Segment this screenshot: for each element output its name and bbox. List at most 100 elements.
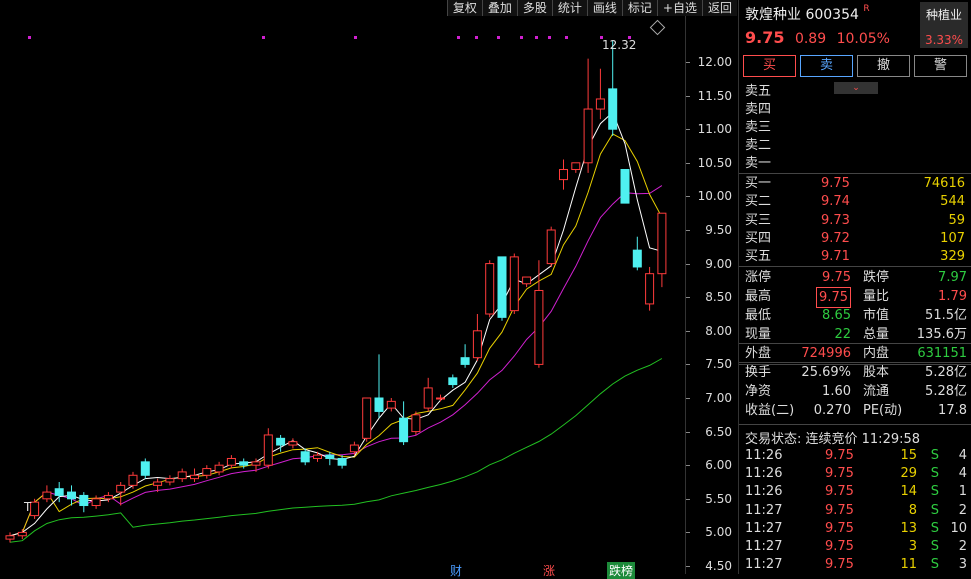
bid-label: 买三	[745, 212, 772, 228]
candle-body	[497, 256, 507, 318]
ask-row[interactable]: 卖二	[745, 137, 969, 155]
candle-body	[226, 457, 236, 466]
buy-button[interactable]: 买	[743, 55, 796, 77]
stat-left: 涨停 9.75	[745, 270, 851, 285]
trade-row: 11:26 9.75 15 S 4	[745, 448, 967, 463]
trade-row: 11:26 9.75 14 S 1	[745, 484, 967, 500]
ask-label: 卖四	[745, 102, 772, 117]
price-axis: 12.00 11.50 11.00 10.50 10.00 9.50 9.00 8.50 8.0…	[685, 0, 738, 574]
toolbar-button-3[interactable]: 统计	[551, 0, 587, 16]
bid-row[interactable]: 买三 9.73 59	[745, 212, 969, 230]
candle-body	[411, 414, 421, 433]
candle-body	[522, 276, 532, 285]
trade-row: 11:26 9.75 29 S 4	[745, 466, 967, 482]
ask-label: 卖二	[745, 138, 772, 153]
candle-body	[436, 397, 445, 400]
event-marker	[354, 36, 357, 39]
stat-right: 总量 135.6万	[863, 327, 967, 342]
candle-body	[288, 441, 298, 446]
y-tick: 12.00	[697, 55, 732, 69]
candle-body	[140, 461, 150, 476]
chart-toolbar: 复权 叠加 多股 统计 画线 标记 +自选 返回	[446, 0, 737, 16]
bid-price: 9.71	[821, 249, 850, 265]
event-marker	[535, 36, 538, 39]
cancel-order-button[interactable]: 撤	[857, 55, 910, 77]
alert-button[interactable]: 警	[914, 55, 967, 77]
candle-body	[103, 494, 113, 500]
stat-left: 外盘 724996	[745, 346, 851, 361]
candle-body	[386, 400, 396, 409]
candle-body	[300, 451, 310, 463]
y-tick-mark	[686, 532, 690, 534]
candle-body	[116, 484, 126, 493]
candle-body	[546, 229, 556, 265]
stat-right: 内盘 631151	[863, 346, 967, 361]
stat-right: 股本 5.28亿	[863, 365, 967, 380]
bid-price: 9.75	[821, 176, 850, 191]
ask-label: 卖一	[745, 156, 772, 171]
sector-pct: 3.33%	[924, 33, 964, 47]
toolbar-button-5[interactable]: 标记	[621, 0, 657, 16]
sell-button[interactable]: 卖	[800, 55, 853, 77]
toolbar-button-2[interactable]: 多股	[516, 0, 552, 16]
candle-body	[42, 491, 52, 500]
candle-body	[91, 498, 101, 507]
candle-body	[239, 461, 249, 466]
candle-body	[251, 461, 261, 466]
y-tick-mark	[686, 162, 690, 164]
candlestick-svg[interactable]	[0, 0, 737, 574]
candle-body	[202, 468, 212, 476]
stat-left: 现量 22	[745, 327, 851, 342]
toolbar-button-7[interactable]: 返回	[701, 0, 737, 16]
toolbar-button-1[interactable]: 叠加	[481, 0, 517, 16]
toolbar-button-4[interactable]: 画线	[586, 0, 622, 16]
bid-volume: 59	[948, 212, 965, 228]
candle-body	[645, 273, 655, 305]
event-marker	[520, 36, 523, 39]
stock-code: 600354	[805, 7, 859, 23]
bottom-tag-board[interactable]: 跌榜	[607, 562, 636, 579]
candle-body	[153, 481, 163, 486]
candle-body	[399, 417, 409, 443]
toolbar-button-0[interactable]: 复权	[446, 0, 482, 16]
bottom-tag-fin[interactable]: 财	[450, 562, 462, 579]
ask-row[interactable]: 卖五	[745, 83, 969, 101]
candle-body	[128, 474, 138, 486]
stock-flag: R	[863, 4, 870, 14]
candle-body	[67, 491, 76, 500]
y-tick-mark	[686, 62, 690, 63]
y-tick: 6.50	[705, 424, 732, 439]
bid-row[interactable]: 买四 9.72 107	[745, 230, 969, 248]
bid-price: 9.74	[821, 194, 850, 210]
trade-row: 11:27 9.75 3 S 2	[745, 539, 967, 554]
event-marker	[457, 36, 460, 39]
event-marker	[262, 36, 265, 39]
stock-title: 敦煌种业 600354 R	[745, 4, 870, 24]
high-price-label: 12.32	[602, 38, 637, 52]
ma10-line	[9, 185, 663, 537]
bid-row[interactable]: 买五 9.71 329	[745, 248, 969, 266]
ask-row[interactable]: 卖四	[745, 101, 969, 119]
bid-row[interactable]: 买一 9.75 74616	[745, 175, 969, 193]
bid-volume: 74616	[923, 176, 965, 191]
toolbar-button-6[interactable]: +自选	[656, 0, 702, 16]
y-tick: 6.00	[705, 458, 732, 473]
ma-long-line	[9, 358, 663, 543]
y-tick: 8.00	[705, 323, 732, 338]
bottom-tag-up[interactable]: 涨	[543, 562, 555, 579]
y-tick-mark	[686, 263, 690, 265]
stat-left: 最低 8.65	[745, 308, 851, 323]
sector-box[interactable]: 种植业 3.33%	[920, 2, 968, 48]
bid-row[interactable]: 买二 9.74 544	[745, 193, 969, 211]
event-marker	[548, 36, 551, 39]
candle-body	[214, 464, 224, 473]
y-tick: 7.00	[705, 391, 732, 405]
bid-volume: 107	[940, 230, 965, 246]
y-tick-mark	[686, 230, 690, 231]
ask-row[interactable]: 卖三	[745, 119, 969, 137]
candle-body	[362, 397, 372, 439]
ask-row[interactable]: 卖一	[745, 155, 969, 173]
bid-label: 买五	[745, 249, 772, 265]
kline-chart[interactable]: 12.00 11.50 11.00 10.50 10.00 9.50 9.00 8.50 8.0…	[0, 0, 738, 579]
price-row: 9.75 0.89 10.05%	[745, 28, 890, 47]
